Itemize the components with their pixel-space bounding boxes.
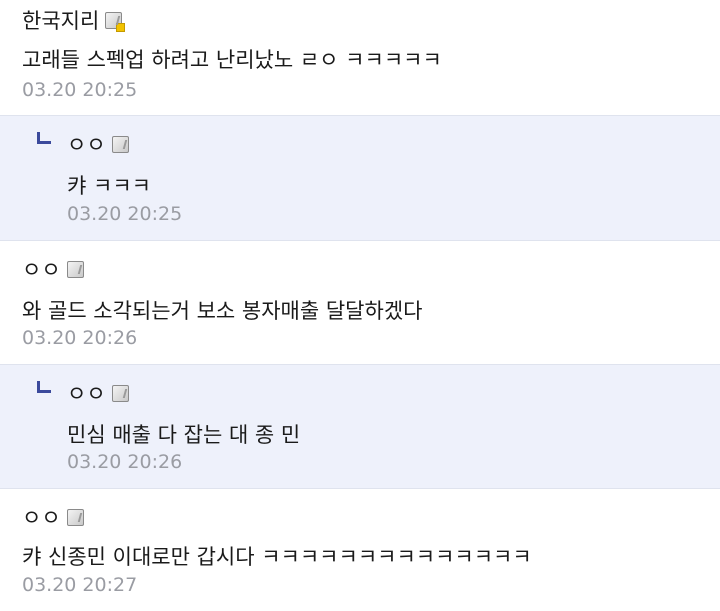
comment-timestamp: 03.20 20:26 bbox=[22, 327, 138, 349]
reply-arrow-icon bbox=[37, 381, 51, 393]
comment-item[interactable]: ㅇㅇ 캬 신종민 이대로만 갑시다 ㅋㅋㅋㅋㅋㅋㅋㅋㅋㅋㅋㅋㅋㅋ 03.20 2… bbox=[0, 489, 720, 611]
comment-text: 고래들 스펙업 하려고 난리났노 ㄹㅇ ㅋㅋㅋㅋㅋ bbox=[22, 48, 442, 72]
comment-text: 와 골드 소각되는거 보소 봉자매출 달달하겠다 bbox=[22, 299, 423, 323]
comment-nickname[interactable]: ㅇㅇ bbox=[22, 254, 61, 284]
gold-badge-icon bbox=[105, 11, 126, 32]
comment-nickname[interactable]: ㅇㅇ bbox=[67, 378, 106, 408]
comment-timestamp: 03.20 20:26 bbox=[67, 451, 183, 473]
badge-icon bbox=[111, 135, 129, 153]
comment-nickname[interactable]: ㅇㅇ bbox=[22, 502, 61, 532]
comment-text: 캬 신종민 이대로만 갑시다 ㅋㅋㅋㅋㅋㅋㅋㅋㅋㅋㅋㅋㅋㅋ bbox=[22, 545, 532, 569]
reply-item[interactable]: ㅇㅇ 민심 매출 다 잡는 대 종 민 03.20 20:26 bbox=[0, 365, 720, 489]
badge-icon bbox=[66, 260, 84, 278]
comment-timestamp: 03.20 20:25 bbox=[22, 79, 138, 101]
comment-item[interactable]: 한국지리 고래들 스펙업 하려고 난리났노 ㄹㅇ ㅋㅋㅋㅋㅋ 03.20 20:… bbox=[0, 0, 720, 116]
badge-icon bbox=[111, 384, 129, 402]
comment-item[interactable]: ㅇㅇ 와 골드 소각되는거 보소 봉자매출 달달하겠다 03.20 20:26 bbox=[0, 241, 720, 365]
comment-text: 민심 매출 다 잡는 대 종 민 bbox=[67, 423, 301, 447]
reply-arrow-icon bbox=[37, 132, 51, 144]
comment-timestamp: 03.20 20:25 bbox=[67, 203, 183, 225]
comment-nickname[interactable]: 한국지리 bbox=[22, 5, 99, 35]
comment-timestamp: 03.20 20:27 bbox=[22, 574, 138, 596]
comment-text: 캬 ㅋㅋㅋ bbox=[67, 174, 151, 198]
badge-icon bbox=[66, 508, 84, 526]
reply-item[interactable]: ㅇㅇ 캬 ㅋㅋㅋ 03.20 20:25 bbox=[0, 116, 720, 241]
comment-nickname[interactable]: ㅇㅇ bbox=[67, 129, 106, 159]
